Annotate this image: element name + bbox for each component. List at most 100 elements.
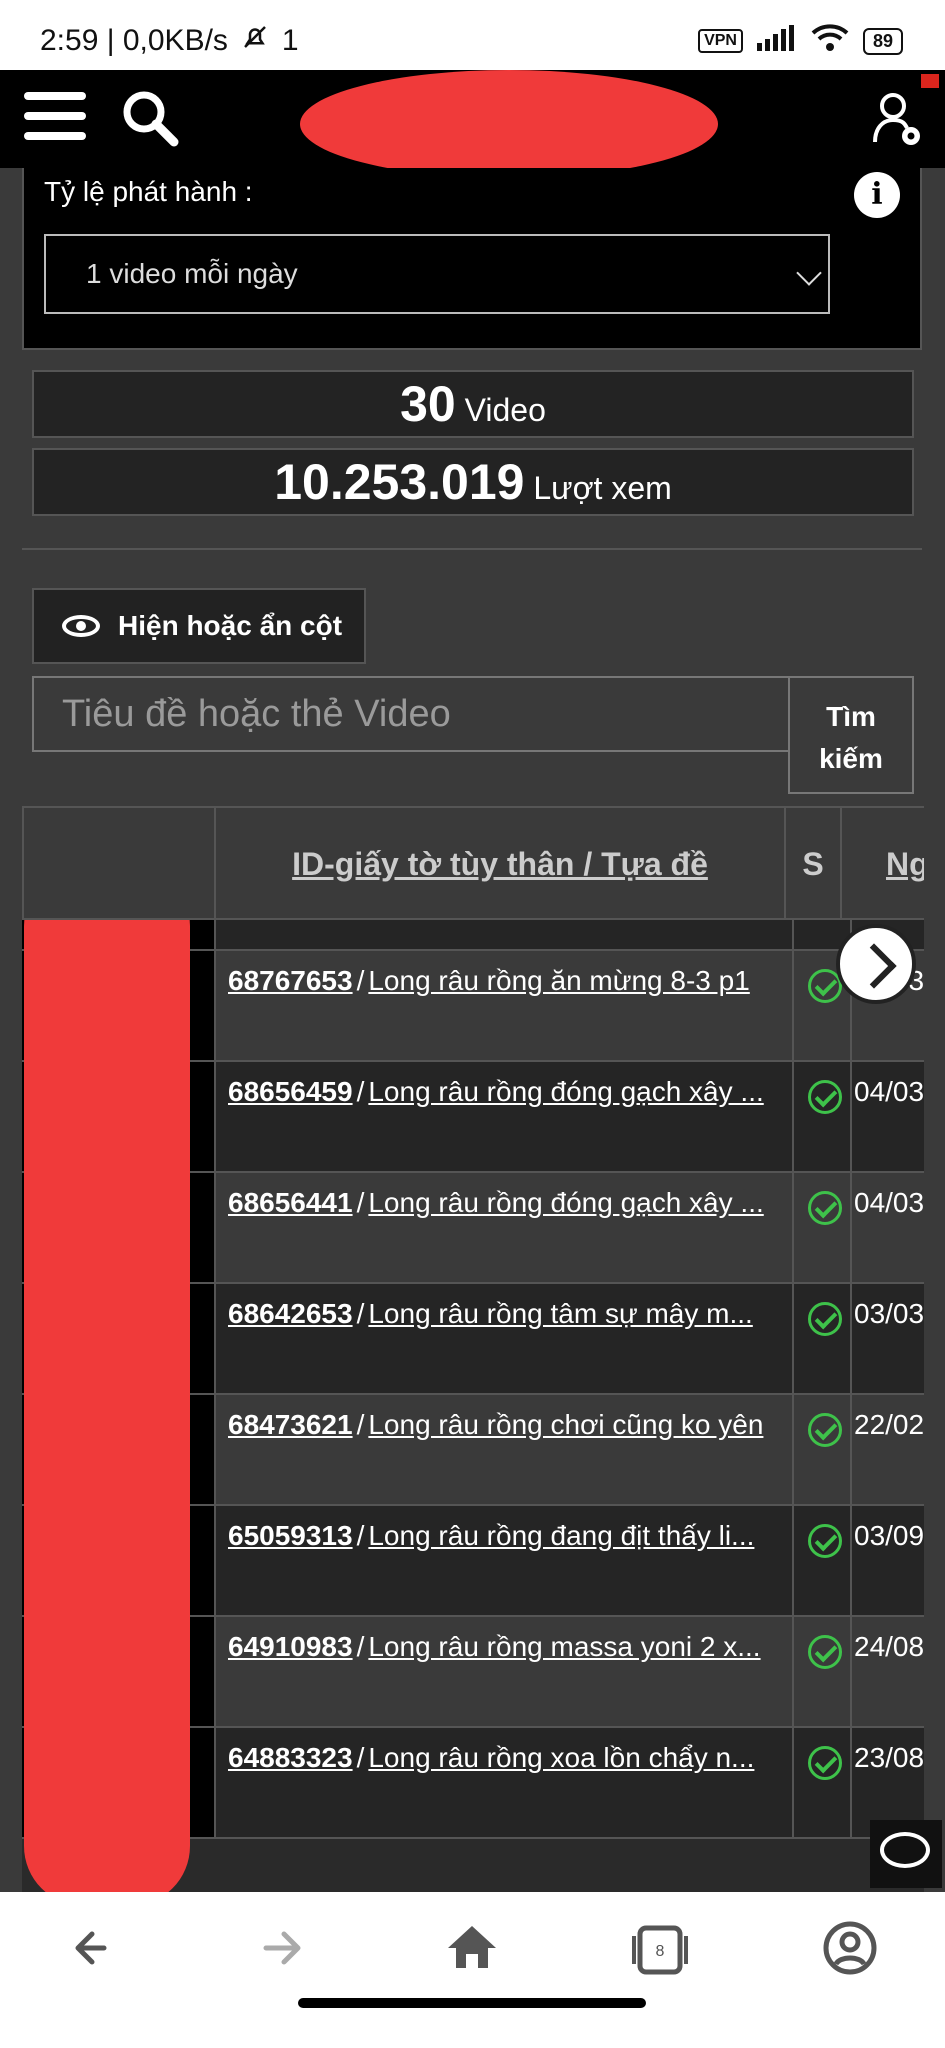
- status-left: 2:59 | 0,0KB/s 1: [40, 22, 299, 60]
- status-time-speed: 2:59 | 0,0KB/s: [40, 24, 228, 57]
- toggle-columns-label: Hiện hoặc ẩn cột: [118, 610, 343, 641]
- status-cell: [796, 1728, 852, 1837]
- date-cell: 04/03: [854, 1187, 924, 1218]
- release-rate-value: 1 video mỗi ngày: [86, 258, 298, 289]
- menu-icon[interactable]: [24, 90, 88, 146]
- video-title-link[interactable]: Long râu rồng xoa lồn chẩy n...: [368, 1742, 754, 1773]
- header-date[interactable]: Ng: [842, 808, 924, 920]
- status-cell: [796, 1395, 852, 1504]
- video-id-link[interactable]: 65059313: [228, 1520, 353, 1551]
- video-id-link[interactable]: 68767653: [228, 965, 353, 996]
- video-title-link[interactable]: Long râu rồng massa yoni 2 x...: [368, 1631, 760, 1662]
- top-nav: [0, 70, 945, 178]
- check-circle-icon: [808, 1302, 842, 1336]
- status-cell: [796, 1062, 852, 1171]
- video-title-link[interactable]: Long râu rồng đóng gạch xây ...: [368, 1076, 763, 1107]
- video-title-link[interactable]: Long râu rồng ăn mừng 8-3 p1: [368, 965, 749, 996]
- separator: /: [356, 1631, 365, 1662]
- views-label: Lượt xem: [533, 470, 672, 506]
- check-circle-icon: [808, 1080, 842, 1114]
- status-cell: [796, 1617, 852, 1726]
- separator: /: [356, 1520, 365, 1551]
- search-button-line2: kiếm: [819, 743, 883, 774]
- check-circle-icon: [808, 1191, 842, 1225]
- divider: [22, 548, 922, 550]
- separator: /: [356, 1409, 365, 1440]
- search-button[interactable]: Tìm kiếm: [788, 676, 914, 794]
- video-id-link[interactable]: 64883323: [228, 1742, 353, 1773]
- date-cell: 22/02: [854, 1409, 924, 1440]
- check-circle-icon: [808, 1413, 842, 1447]
- scroll-right-button[interactable]: [836, 924, 916, 1004]
- release-rate-panel: Tỷ lệ phát hành : i 1 video mỗi ngày: [22, 168, 922, 350]
- eye-icon: [62, 615, 100, 637]
- vpn-badge: VPN: [698, 29, 743, 53]
- title-cell: 68656441/Long râu rồng đóng gạch xây ...: [218, 1173, 794, 1282]
- video-title-link[interactable]: Long râu rồng đóng gạch xây ...: [368, 1187, 763, 1218]
- bell-muted-icon: [240, 22, 270, 60]
- search-button-line1: Tìm: [826, 701, 876, 732]
- flag-icon[interactable]: [921, 74, 939, 88]
- status-cell: [796, 1506, 852, 1615]
- date-cell: 03/03: [854, 1298, 924, 1329]
- date-cell: 23/08: [854, 1742, 924, 1773]
- browser-bottom-bar: 8: [0, 1892, 945, 2048]
- date-cell: 24/08: [854, 1631, 924, 1662]
- account-icon[interactable]: [820, 1918, 880, 1978]
- date-cell: 04/03: [854, 1076, 924, 1107]
- redacted-logo: [300, 70, 718, 178]
- separator: /: [356, 965, 365, 996]
- release-rate-label: Tỷ lệ phát hành :: [44, 176, 253, 207]
- video-id-link[interactable]: 68656441: [228, 1187, 353, 1218]
- title-cell: 68642653/Long râu rồng tâm sự mây m...: [218, 1284, 794, 1393]
- video-count: 30: [400, 376, 456, 432]
- table-header: ID-giấy tờ tùy thân / Tựa đề S Ng: [22, 806, 924, 920]
- video-id-link[interactable]: 64910983: [228, 1631, 353, 1662]
- header-thumbnail: [24, 808, 216, 920]
- battery-indicator: 89: [862, 27, 903, 55]
- views-count: 10.253.019: [274, 454, 525, 510]
- title-cell: 68656459/Long râu rồng đóng gạch xây ...: [218, 1062, 794, 1171]
- search-icon[interactable]: [120, 88, 180, 148]
- video-id-link[interactable]: 68642653: [228, 1298, 353, 1329]
- info-icon[interactable]: i: [854, 172, 900, 218]
- header-title[interactable]: ID-giấy tờ tùy thân / Tựa đề: [216, 808, 786, 920]
- check-circle-icon: [808, 1746, 842, 1780]
- video-title-link[interactable]: Long râu rồng tâm sự mây m...: [368, 1298, 752, 1329]
- title-cell: 64883323/Long râu rồng xoa lồn chẩy n...: [218, 1728, 794, 1837]
- status-cell: [796, 1173, 852, 1282]
- wifi-icon: [811, 24, 849, 58]
- views-count-stat: 10.253.019 Lượt xem: [32, 448, 914, 516]
- status-bar: 2:59 | 0,0KB/s 1 VPN 89: [0, 0, 945, 70]
- home-indicator: [298, 1998, 646, 2008]
- separator: /: [356, 1742, 365, 1773]
- title-cell: 65059313/Long râu rồng đang địt thấy li.…: [218, 1506, 794, 1615]
- video-id-link[interactable]: 68656459: [228, 1076, 353, 1107]
- video-count-stat: 30 Video: [32, 370, 914, 438]
- home-icon[interactable]: [442, 1918, 502, 1978]
- forward-arrow-icon[interactable]: [252, 1918, 312, 1978]
- back-arrow-icon[interactable]: [64, 1918, 124, 1978]
- check-circle-icon: [808, 1524, 842, 1558]
- separator: /: [356, 1187, 365, 1218]
- video-search-input[interactable]: [32, 676, 790, 752]
- status-extra: 1: [281, 24, 299, 57]
- release-rate-select[interactable]: 1 video mỗi ngày: [44, 234, 830, 314]
- user-settings-icon[interactable]: [873, 92, 925, 150]
- video-title-link[interactable]: Long râu rồng đang địt thấy li...: [368, 1520, 754, 1551]
- video-title-link[interactable]: Long râu rồng chơi cũng ko yên: [368, 1409, 763, 1440]
- toggle-columns-button[interactable]: Hiện hoặc ẩn cột: [32, 588, 366, 664]
- header-status[interactable]: S: [786, 808, 842, 920]
- check-circle-icon: [808, 1635, 842, 1669]
- separator: /: [356, 1076, 365, 1107]
- video-id-link[interactable]: 68473621: [228, 1409, 353, 1440]
- status-right: VPN 89: [698, 24, 903, 58]
- chat-icon[interactable]: [870, 1820, 942, 1888]
- chevron-down-icon: [796, 260, 822, 286]
- title-cell: 68767653/Long râu rồng ăn mừng 8-3 p1: [218, 951, 794, 1060]
- tabs-icon[interactable]: 8: [630, 1918, 690, 1978]
- status-cell: [796, 1284, 852, 1393]
- redacted-thumbnails: [24, 846, 190, 1906]
- video-label: Video: [464, 392, 546, 428]
- signal-icon: [756, 25, 797, 57]
